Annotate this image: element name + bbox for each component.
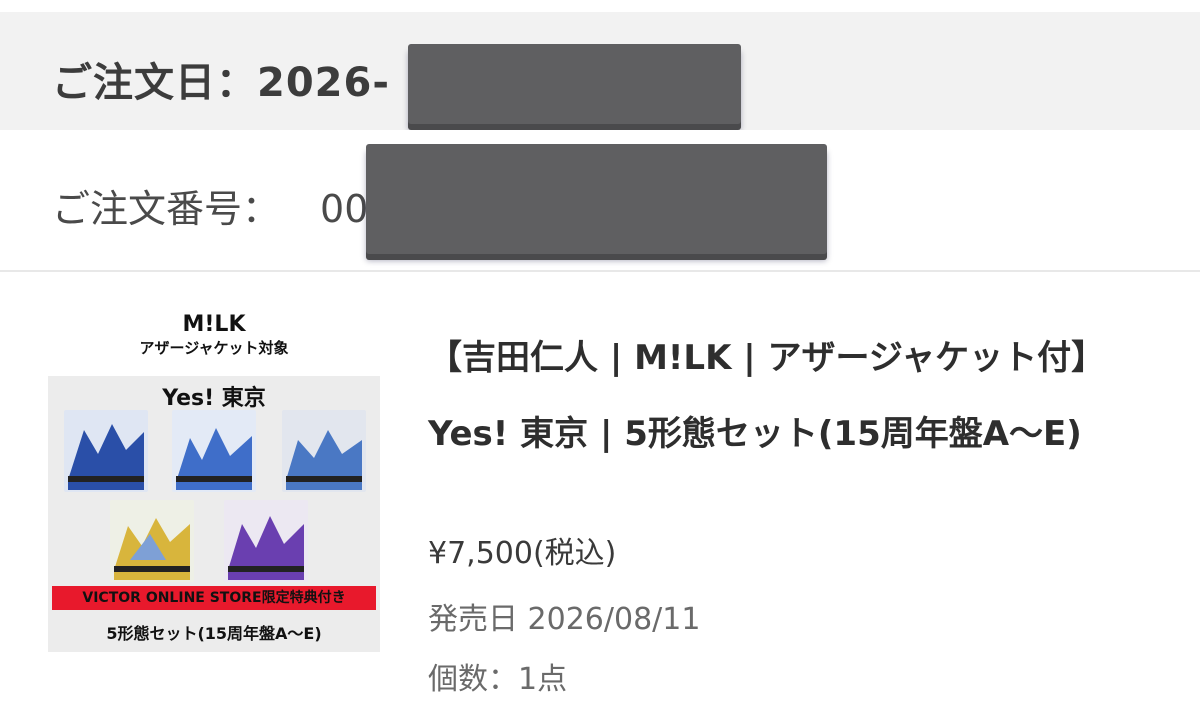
redaction-box [408,44,741,124]
thumbnail-title: Yes! 東京 [162,386,266,411]
order-date: ご注文日：2026- [52,60,390,106]
thumbnail-panel: Yes! 東京 VICTOR ONLINE STORE限定特典付き 5形態セット… [48,376,380,652]
thumbnail-header: M!LK アザージャケット対象 [48,312,380,358]
order-number-value: 00 [320,187,369,231]
cover-image-b [172,410,256,492]
cover-image-e [224,500,308,582]
cover-image-a [64,410,148,492]
redaction-box [366,144,827,254]
order-number-label: ご注文番号： [52,187,281,231]
order-number: ご注文番号： 00 [52,178,368,233]
order-date-row: ご注文日：2026- [0,12,1200,130]
thumbnail-subtitle: アザージャケット対象 [139,339,289,357]
product-thumbnail[interactable]: M!LK アザージャケット対象 Yes! 東京 VICTOR ONLINE ST… [48,310,380,652]
release-date: 発売日 2026/08/11 [428,602,701,637]
thumbnail-banner: VICTOR ONLINE STORE限定特典付き [52,586,376,610]
order-number-row: ご注文番号： 00 [0,130,1200,272]
thumbnail-footer: 5形態セット(15周年盤A～E) [106,624,322,643]
quantity: 個数：1点 [428,662,568,697]
cover-image-d [110,500,194,582]
cover-image-c [282,410,366,492]
thumbnail-brand: M!LK [182,312,246,337]
product-title[interactable]: 【吉田仁人 | M!LK | アザージャケット付】Yes! 東京 | 5形態セッ… [428,320,1158,472]
product-price: ¥7,500(税込) [428,536,617,571]
